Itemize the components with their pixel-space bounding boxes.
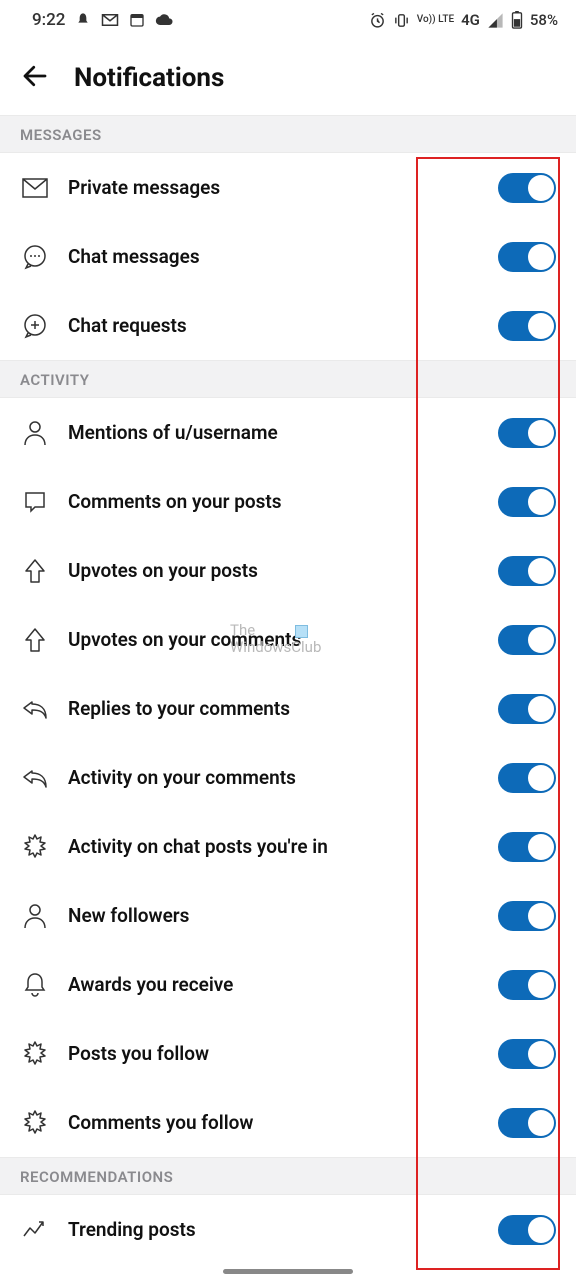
header: Notifications <box>0 40 576 115</box>
section-header-recommendations: RECOMMENDATIONS <box>0 1157 576 1195</box>
toggle-new-followers[interactable] <box>498 901 556 931</box>
row-upvotes-posts: Upvotes on your posts <box>0 536 576 605</box>
arrow-left-icon <box>20 61 50 91</box>
row-label: Activity on chat posts you're in <box>68 835 480 858</box>
battery-percent: 58% <box>530 11 558 29</box>
row-label: Chat messages <box>68 245 480 268</box>
row-trending: Trending posts <box>0 1195 576 1264</box>
bell-icon <box>20 972 50 998</box>
section-header-messages: MESSAGES <box>0 115 576 153</box>
alarm-icon <box>369 12 386 29</box>
row-label: Chat requests <box>68 314 480 337</box>
toggle-private-messages[interactable] <box>498 173 556 203</box>
row-awards: Awards you receive <box>0 950 576 1019</box>
row-comments-posts: Comments on your posts <box>0 467 576 536</box>
notification-dot-icon <box>75 12 91 28</box>
row-chat-messages: Chat messages <box>0 222 576 291</box>
row-private-messages: Private messages <box>0 153 576 222</box>
back-button[interactable] <box>20 61 50 95</box>
page-title: Notifications <box>74 63 224 93</box>
comment-icon <box>20 490 50 514</box>
toggle-comments-follow[interactable] <box>498 1108 556 1138</box>
cloud-icon <box>155 13 175 27</box>
row-label: Comments on your posts <box>68 490 480 513</box>
volte-icon: Vo)) LTE <box>417 15 454 25</box>
calendar-icon <box>129 12 145 28</box>
signal-icon <box>487 12 504 29</box>
toggle-upvotes-comments[interactable] <box>498 625 556 655</box>
row-label: New followers <box>68 904 480 927</box>
trend-icon <box>20 1220 50 1240</box>
status-bar: 9:22 Vo)) LTE 4G 58% <box>0 0 576 40</box>
row-mentions: Mentions of u/username <box>0 398 576 467</box>
mail-icon <box>20 178 50 198</box>
battery-icon <box>511 11 523 29</box>
toggle-replies[interactable] <box>498 694 556 724</box>
row-label: Upvotes on your comments <box>68 628 480 651</box>
row-label: Upvotes on your posts <box>68 559 480 582</box>
row-comments-follow: Comments you follow <box>0 1088 576 1157</box>
row-label: Replies to your comments <box>68 697 480 720</box>
upvote-icon <box>20 627 50 653</box>
toggle-chat-messages[interactable] <box>498 242 556 272</box>
toggle-activity-chat-posts[interactable] <box>498 832 556 862</box>
row-activity-chat-posts: Activity on chat posts you're in <box>0 812 576 881</box>
toggle-awards[interactable] <box>498 970 556 1000</box>
status-time: 9:22 <box>32 10 65 30</box>
row-activity-comments: Activity on your comments <box>0 743 576 812</box>
row-replies: Replies to your comments <box>0 674 576 743</box>
reply-icon <box>20 698 50 720</box>
network-type: 4G <box>461 11 480 29</box>
user-icon <box>20 420 50 446</box>
section-header-activity: ACTIVITY <box>0 360 576 398</box>
burst-icon <box>20 1110 50 1136</box>
row-label: Awards you receive <box>68 973 480 996</box>
toggle-upvotes-posts[interactable] <box>498 556 556 586</box>
row-label: Private messages <box>68 176 480 199</box>
toggle-comments-posts[interactable] <box>498 487 556 517</box>
status-left: 9:22 <box>32 10 175 30</box>
burst-icon <box>20 1041 50 1067</box>
burst-icon <box>20 834 50 860</box>
toggle-trending[interactable] <box>498 1215 556 1245</box>
row-posts-follow: Posts you follow <box>0 1019 576 1088</box>
toggle-mentions[interactable] <box>498 418 556 448</box>
row-label: Posts you follow <box>68 1042 480 1065</box>
toggle-activity-comments[interactable] <box>498 763 556 793</box>
gmail-icon <box>101 13 119 27</box>
status-right: Vo)) LTE 4G 58% <box>369 11 558 29</box>
home-indicator[interactable] <box>223 1269 353 1274</box>
row-label: Activity on your comments <box>68 766 480 789</box>
row-chat-requests: Chat requests <box>0 291 576 360</box>
row-new-followers: New followers <box>0 881 576 950</box>
user-icon <box>20 903 50 929</box>
row-label: Comments you follow <box>68 1111 480 1134</box>
row-upvotes-comments: Upvotes on your comments <box>0 605 576 674</box>
row-label: Mentions of u/username <box>68 421 480 444</box>
row-label: Trending posts <box>68 1218 480 1241</box>
upvote-icon <box>20 558 50 584</box>
reply-icon <box>20 767 50 789</box>
vibrate-icon <box>393 12 410 29</box>
toggle-posts-follow[interactable] <box>498 1039 556 1069</box>
toggle-chat-requests[interactable] <box>498 311 556 341</box>
chat-icon <box>20 244 50 270</box>
chat-plus-icon <box>20 313 50 339</box>
